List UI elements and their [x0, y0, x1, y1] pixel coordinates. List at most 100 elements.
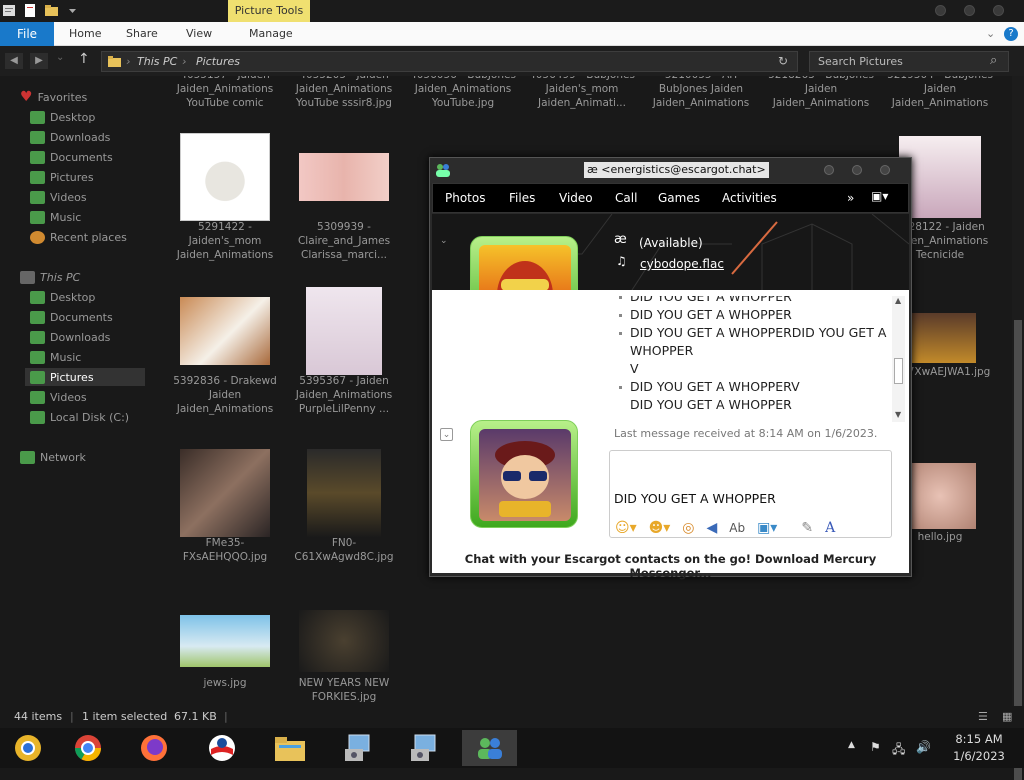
file-item[interactable]: 5219304 - BubJones Jaiden Jaiden_Animati… — [887, 76, 993, 110]
new-document-icon[interactable] — [23, 3, 38, 18]
volume-icon[interactable]: 🔊 — [916, 740, 931, 754]
file-item[interactable]: 4055205 - Jaiden Jaiden_Animations YouTu… — [296, 76, 392, 110]
breadcrumb-pictures[interactable]: Pictures — [196, 55, 240, 68]
nav-network[interactable]: Network — [20, 448, 86, 466]
nav-fav-downloads[interactable]: Downloads — [30, 128, 110, 146]
taskbar-setup-1[interactable] — [330, 730, 385, 766]
file-item[interactable]: 4055157 - Jaiden Jaiden_Animations YouTu… — [177, 76, 273, 110]
breadcrumb-this-pc[interactable]: This PC — [137, 55, 177, 68]
file-item[interactable]: 5291422 - Jaiden's_mom Jaiden_Animations… — [177, 133, 273, 262]
file-item[interactable]: 5218263 - BubJones Jaiden Jaiden_Animati… — [768, 76, 874, 110]
nav-favorites[interactable]: ♥ Favorites — [20, 88, 87, 106]
address-bar[interactable]: › This PC › Pictures ↻ — [101, 51, 798, 72]
nav-fav-pictures[interactable]: Pictures — [30, 168, 94, 186]
taskbar-firefox[interactable] — [126, 730, 181, 766]
details-view-icon[interactable]: ☰ — [978, 710, 988, 723]
nav-fav-music[interactable]: Music — [30, 208, 81, 226]
collapse-toggle-icon[interactable]: ⌄ — [440, 236, 448, 246]
taskbar-chrome-canary[interactable] — [0, 730, 55, 766]
nav-fav-desktop[interactable]: Desktop — [30, 108, 95, 126]
recent-locations-icon[interactable]: ⌄ — [56, 52, 64, 63]
nav-pc-music[interactable]: Music — [30, 348, 81, 366]
nav-pc-downloads[interactable]: Downloads — [30, 328, 110, 346]
nav-pc-videos[interactable]: Videos — [30, 388, 87, 406]
scrollbar-thumb[interactable] — [894, 358, 903, 384]
now-playing[interactable]: cybodope.flac — [640, 257, 724, 271]
minimize-button[interactable] — [935, 5, 946, 16]
font-icon[interactable]: Ab — [729, 518, 745, 538]
flag-icon[interactable]: ⚑ — [870, 740, 881, 754]
text-format-icon[interactable]: A — [825, 518, 835, 538]
user-avatar[interactable] — [470, 420, 578, 528]
tab-home[interactable]: Home — [69, 22, 101, 46]
file-item[interactable]: jews.jpg — [180, 606, 270, 690]
nudge-icon[interactable]: ◎ — [682, 518, 694, 538]
maximize-button[interactable] — [964, 5, 975, 16]
close-button[interactable] — [880, 165, 890, 175]
options-menu-icon[interactable]: ▣▾ — [871, 189, 888, 203]
tab-file[interactable]: File — [0, 22, 54, 46]
network-icon[interactable]: 🖧 — [892, 740, 905, 761]
tab-manage[interactable]: Manage — [249, 22, 293, 46]
ribbon-expand-icon[interactable]: ⌄ — [986, 22, 995, 46]
maximize-button[interactable] — [852, 165, 862, 175]
menu-games[interactable]: Games — [658, 191, 700, 205]
wink-icon[interactable]: ☻▾ — [649, 518, 671, 538]
file-item[interactable]: FMe35-FXsAEHQQO.jpg — [180, 449, 270, 564]
nav-fav-recent-places[interactable]: Recent places — [30, 228, 127, 246]
emoticon-icon[interactable]: ☺▾ — [615, 518, 637, 538]
nav-this-pc[interactable]: This PC — [20, 268, 80, 286]
search-input[interactable]: Search Pictures ⌕ — [809, 51, 1009, 72]
menu-files[interactable]: Files — [509, 191, 535, 205]
qat-dropdown-icon[interactable] — [65, 3, 80, 18]
vertical-scrollbar[interactable] — [1012, 76, 1024, 780]
clock[interactable]: 8:15 AM 1/6/2023 — [940, 731, 1018, 765]
taskbar-chrome[interactable] — [60, 730, 115, 766]
file-item[interactable]: 5309939 - Claire_and_James Clarissa_marc… — [298, 134, 390, 262]
close-button[interactable] — [993, 5, 1004, 16]
forward-button[interactable]: ▶ — [30, 53, 48, 69]
file-item[interactable]: FN0-C61XwAgwd8C.jpg — [294, 449, 394, 564]
search-icon[interactable]: ⌕ — [990, 53, 997, 68]
scroll-down-icon[interactable]: ▼ — [895, 410, 901, 419]
file-item[interactable]: 5392836 - Drakewd Jaiden Jaiden_Animatio… — [173, 288, 277, 416]
menu-call[interactable]: Call — [615, 191, 637, 205]
show-hidden-icons[interactable]: ▲ — [848, 740, 855, 750]
refresh-icon[interactable]: ↻ — [778, 54, 788, 68]
help-icon[interactable]: ? — [1004, 27, 1018, 41]
context-tab-picture-tools[interactable]: Picture Tools — [228, 0, 310, 22]
back-button[interactable]: ◀ — [5, 53, 23, 69]
taskbar-file-explorer[interactable] — [262, 730, 317, 766]
taskbar-messenger[interactable] — [462, 730, 517, 766]
menu-more[interactable]: » — [847, 191, 854, 205]
message-scrollbar[interactable]: ▲ ▼ — [892, 296, 905, 422]
nav-fav-videos[interactable]: Videos — [30, 188, 87, 206]
tab-view[interactable]: View — [186, 22, 212, 46]
file-item[interactable]: 5395367 - Jaiden Jaiden_Animations Purpl… — [296, 287, 392, 416]
properties-icon[interactable] — [2, 3, 17, 18]
collapse-toggle-icon[interactable]: ⌄ — [440, 428, 453, 441]
taskbar-setup-2[interactable] — [396, 730, 451, 766]
up-button[interactable]: ↑ — [78, 51, 90, 67]
voice-clip-icon[interactable]: ◀ — [706, 518, 717, 538]
nav-pc-local-disk[interactable]: Local Disk (C:) — [30, 408, 129, 426]
file-item[interactable]: 4056499 - BubJones Jaiden's_mom Jaiden_A… — [529, 76, 635, 110]
scroll-up-icon[interactable]: ▲ — [895, 296, 901, 305]
file-item[interactable]: 4056056 - BubJones Jaiden_Animations You… — [410, 76, 516, 110]
file-item[interactable]: 5210055 - AH BubJones Jaiden Jaiden_Anim… — [653, 76, 749, 110]
menu-video[interactable]: Video — [559, 191, 593, 205]
menu-photos[interactable]: Photos — [445, 191, 485, 205]
file-item[interactable]: NEW YEARS NEW FORKIES.jpg — [299, 606, 389, 704]
promo-banner[interactable]: Chat with your Escargot contacts on the … — [432, 552, 909, 580]
nav-pc-documents[interactable]: Documents — [30, 308, 113, 326]
taskbar-obama[interactable] — [194, 730, 249, 766]
thumbnails-view-icon[interactable]: ▦ — [1002, 710, 1012, 723]
messenger-titlebar[interactable]: æ <energistics@escargot.chat> — [430, 158, 911, 183]
nav-pc-desktop[interactable]: Desktop — [30, 288, 95, 306]
menu-activities[interactable]: Activities — [722, 191, 777, 205]
new-folder-icon[interactable] — [44, 3, 59, 18]
handwriting-icon[interactable]: ✎ — [801, 518, 813, 538]
nav-fav-documents[interactable]: Documents — [30, 148, 113, 166]
tab-share[interactable]: Share — [126, 22, 158, 46]
background-icon[interactable]: ▣▾ — [757, 518, 777, 538]
